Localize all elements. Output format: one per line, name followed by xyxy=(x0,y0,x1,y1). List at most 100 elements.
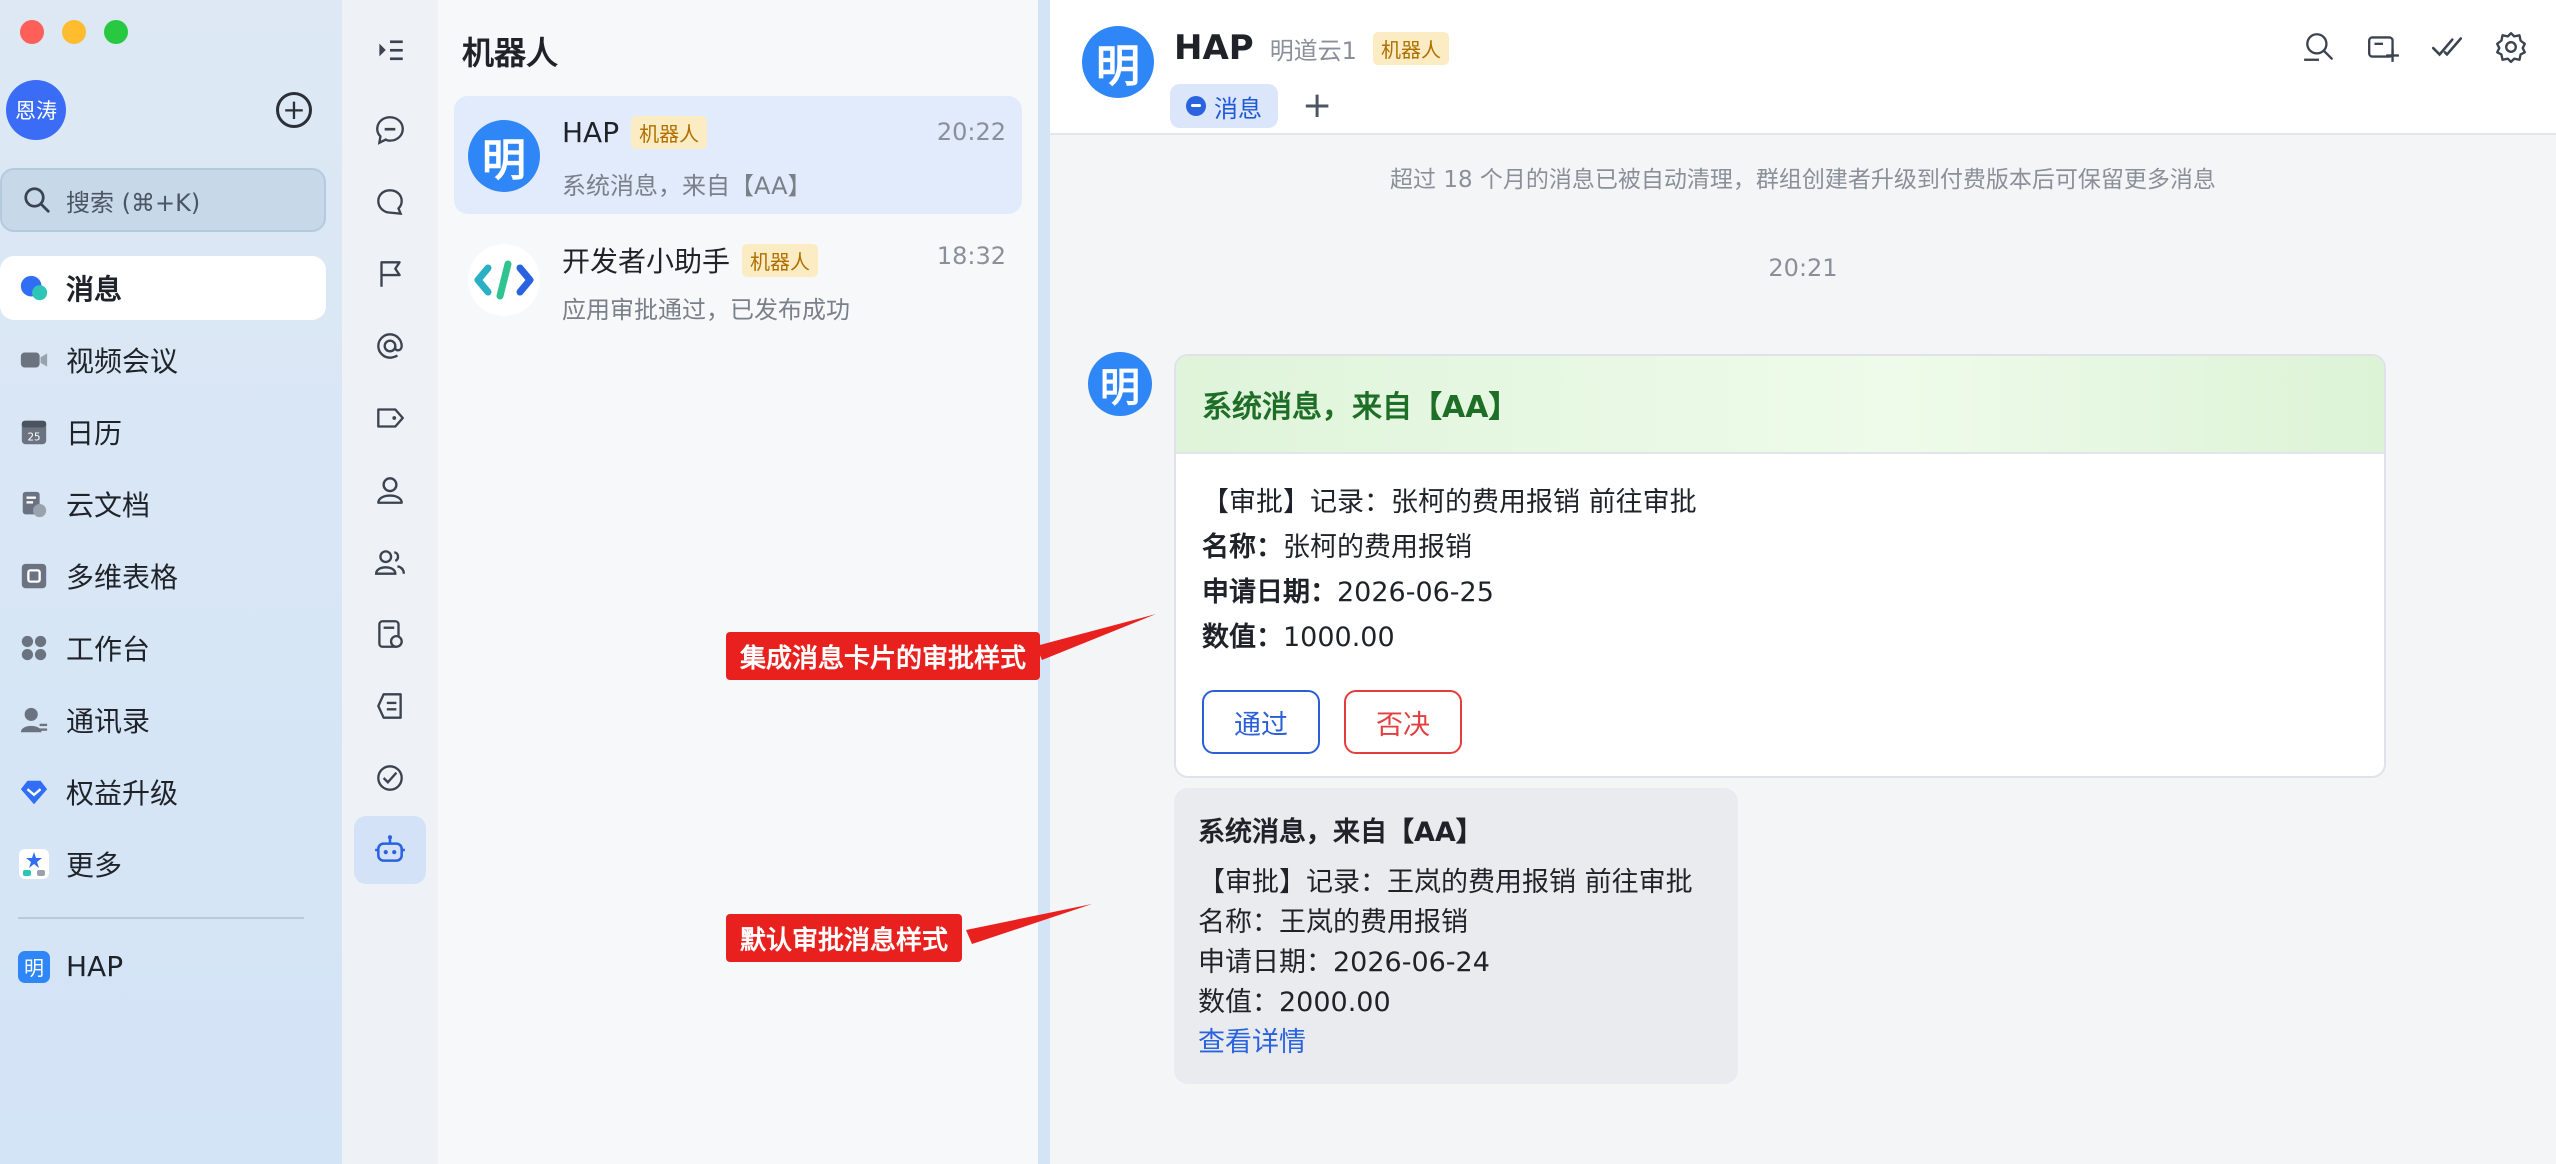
contacts-icon xyxy=(18,704,50,736)
sidebar-item-cloud-docs[interactable]: 云文档 xyxy=(0,472,326,536)
add-icon[interactable]: + xyxy=(276,92,312,128)
apps-icon xyxy=(18,632,50,664)
rail-groups-button[interactable] xyxy=(354,528,426,596)
search-chat-icon[interactable] xyxy=(2302,30,2336,64)
sidebar-item-label: 日历 xyxy=(66,417,123,450)
conversation-preview: 系统消息，来自【AA】 xyxy=(562,172,812,200)
rail-flagged-button[interactable] xyxy=(354,240,426,308)
chat-toolbar xyxy=(2302,30,2528,64)
collapse-list-button[interactable] xyxy=(354,16,426,84)
sidebar-item-messages[interactable]: 消息 xyxy=(0,256,326,320)
maximize-window-button[interactable] xyxy=(104,20,128,44)
card-name-label: 名称： xyxy=(1202,532,1283,563)
plain-record-line: 【审批】记录：王岚的费用报销 前往审批 xyxy=(1198,867,1693,898)
bot-tag: 机器人 xyxy=(631,116,708,149)
sidebar-item-label: 权益升级 xyxy=(66,777,179,810)
sidebar-item-calendar[interactable]: 25 日历 xyxy=(0,400,326,464)
conversation-time: 20:22 xyxy=(936,118,1006,146)
rail-topics-button[interactable] xyxy=(354,672,426,740)
sidebar-nav: 消息 视频会议 25 日历 云文档 多维表格 工作台 通讯录 权益升级 更多 xyxy=(0,256,326,904)
search-placeholder: 搜索 (⌘+K) xyxy=(66,188,201,217)
rail-mentions-button[interactable] xyxy=(354,312,426,380)
collapse-list-icon xyxy=(379,40,403,61)
tag-icon xyxy=(377,408,404,428)
plain-name-line: 名称：王岚的费用报销 xyxy=(1198,907,1468,938)
sidebar-divider xyxy=(18,917,304,919)
message-icon xyxy=(376,116,404,145)
card-amount-row: 数值：1000.00 xyxy=(1202,615,2358,660)
close-window-button[interactable] xyxy=(20,20,44,44)
conversation-name: HAP xyxy=(562,116,620,149)
diamond-icon xyxy=(18,776,50,808)
sidebar-item-label: 更多 xyxy=(66,849,123,882)
rail-tags-button[interactable] xyxy=(354,384,426,452)
conversation-item-hap[interactable]: 明 HAP 机器人 20:22 系统消息，来自【AA】 xyxy=(454,96,1022,214)
more-apps-icon xyxy=(18,848,50,880)
card-amount-value: 1000.00 xyxy=(1283,622,1395,653)
pane-splitter[interactable] xyxy=(1038,0,1050,1164)
card-body: 【审批】记录：张柯的费用报销 前往审批 名称：张柯的费用报销 申请日期：2026… xyxy=(1176,454,2384,660)
search-icon xyxy=(24,187,50,213)
sidebar-item-video-meeting[interactable]: 视频会议 xyxy=(0,328,326,392)
plain-amount-line: 数值：2000.00 xyxy=(1198,987,1391,1018)
conversation-item-dev-assistant[interactable]: 开发者小助手 机器人 18:32 应用审批通过，已发布成功 xyxy=(454,220,1022,338)
rail-threads-button[interactable] xyxy=(354,168,426,236)
chat-bubble-icon xyxy=(18,272,50,304)
list-box-icon xyxy=(377,693,402,719)
sidebar-item-more[interactable]: 更多 xyxy=(0,832,326,896)
sidebar-item-contacts[interactable]: 通讯录 xyxy=(0,688,326,752)
annotation-arrow-2 xyxy=(966,904,1092,944)
cloud-doc-icon xyxy=(18,488,50,520)
filter-rail xyxy=(342,0,438,1164)
rail-done-button[interactable] xyxy=(354,744,426,812)
tab-label: 消息 xyxy=(1214,94,1262,123)
conversation-name: 开发者小助手 xyxy=(562,245,731,278)
annotation-card-style: 集成消息卡片的审批样式 xyxy=(726,632,1041,680)
chat-panel: 明 HAP 明道云1 机器人 消息 + 超过 18 个月的消息已被自动清理，群组… xyxy=(1050,0,2556,1164)
settings-gear-icon[interactable] xyxy=(2494,30,2528,64)
rail-bots-button[interactable] xyxy=(354,816,426,884)
robot-icon xyxy=(375,835,405,862)
document-icon xyxy=(378,620,403,648)
card-name-value: 张柯的费用报销 xyxy=(1283,532,1472,563)
group-icon xyxy=(375,550,405,575)
calendar-icon: 25 xyxy=(18,416,50,448)
view-details-link[interactable]: 查看详情 xyxy=(1198,1023,1714,1063)
minimize-window-button[interactable] xyxy=(62,20,86,44)
card-amount-label: 数值： xyxy=(1202,622,1283,653)
sidebar-item-label: HAP xyxy=(66,950,124,983)
plain-date-line: 申请日期：2026-06-24 xyxy=(1198,947,1490,978)
sidebar-item-hap[interactable]: 明 HAP xyxy=(18,950,123,983)
tab-messages[interactable]: 消息 xyxy=(1170,84,1278,128)
list-title: 机器人 xyxy=(462,34,559,72)
video-camera-icon xyxy=(18,344,50,376)
sidebar-item-label: 多维表格 xyxy=(66,561,179,594)
message-tab-icon xyxy=(1186,96,1206,116)
sender-avatar[interactable]: 明 xyxy=(1088,352,1152,416)
mark-done-icon[interactable] xyxy=(2430,30,2464,64)
approve-button[interactable]: 通过 xyxy=(1202,690,1320,754)
sidebar-item-multi-table[interactable]: 多维表格 xyxy=(0,544,326,608)
sidebar-item-label: 视频会议 xyxy=(66,345,179,378)
dev-assistant-logo-icon xyxy=(468,244,540,316)
rail-messages-button[interactable] xyxy=(354,96,426,164)
add-member-icon[interactable] xyxy=(2366,30,2400,64)
search-input[interactable]: 搜索 (⌘+K) xyxy=(0,168,326,232)
sidebar-item-upgrade[interactable]: 权益升级 xyxy=(0,760,326,824)
user-avatar[interactable]: 恩涛 xyxy=(6,80,66,140)
annotation-arrow-1 xyxy=(1036,614,1156,660)
approval-message-card: 系统消息，来自【AA】 【审批】记录：张柯的费用报销 前往审批 名称：张柯的费用… xyxy=(1174,354,2386,778)
conversation-preview: 应用审批通过，已发布成功 xyxy=(562,296,850,324)
chat-avatar[interactable]: 明 xyxy=(1082,26,1154,98)
add-tab-button[interactable]: + xyxy=(1302,88,1332,124)
reject-button[interactable]: 否决 xyxy=(1344,690,1462,754)
grid-table-icon xyxy=(18,560,50,592)
conversation-time: 18:32 xyxy=(936,242,1006,270)
card-record-line: 【审批】记录：张柯的费用报销 前往审批 xyxy=(1202,487,1697,518)
conversation-name-row: 开发者小助手 机器人 xyxy=(562,240,819,280)
rail-single-chat-button[interactable] xyxy=(354,456,426,524)
rail-docs-button[interactable] xyxy=(354,600,426,668)
chat-title-row: HAP 明道云1 机器人 xyxy=(1174,28,1449,68)
sidebar-item-workbench[interactable]: 工作台 xyxy=(0,616,326,680)
calendar-day-text: 25 xyxy=(27,431,40,443)
